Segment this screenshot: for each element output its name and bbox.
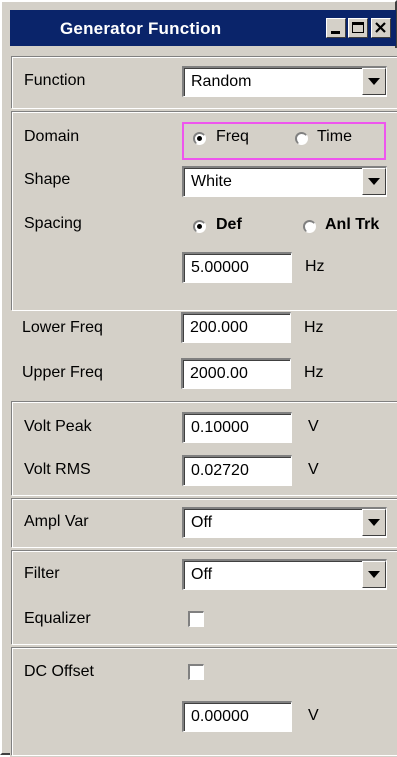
function-value: Random xyxy=(191,73,252,90)
spacing-label: Spacing xyxy=(24,215,82,232)
dc-offset-checkbox[interactable] xyxy=(188,664,204,680)
close-icon xyxy=(375,22,386,33)
spacing-anltrk-label: Anl Trk xyxy=(325,216,380,233)
domain-label: Domain xyxy=(24,128,80,145)
function-dropdown[interactable]: Random xyxy=(182,66,387,97)
spacing-anltrk-radio[interactable] xyxy=(303,220,316,233)
chevron-down-icon xyxy=(368,571,380,578)
domain-freq-label: Freq xyxy=(216,128,249,145)
lower-freq-unit: Hz xyxy=(304,319,324,336)
domain-group: Domain Freq Time Shape White Spacing Def… xyxy=(11,111,397,310)
upper-freq-input[interactable]: 2000.00 xyxy=(181,358,291,389)
upper-freq-unit: Hz xyxy=(304,364,324,381)
dc-offset-value: 0.00000 xyxy=(191,708,249,725)
dc-offset-input[interactable]: 0.00000 xyxy=(182,701,292,732)
volt-peak-value: 0.10000 xyxy=(191,419,249,436)
domain-time-label: Time xyxy=(317,128,352,145)
maximize-button[interactable] xyxy=(348,18,368,38)
equalizer-checkbox[interactable] xyxy=(188,611,204,627)
filter-dropdown[interactable]: Off xyxy=(182,559,387,590)
minimize-icon xyxy=(331,31,340,34)
filter-dropdown-button[interactable] xyxy=(362,561,386,588)
close-button[interactable] xyxy=(371,18,391,38)
ampl-var-group: Ampl Var Off xyxy=(11,498,397,547)
function-dropdown-button[interactable] xyxy=(362,68,386,95)
settings-panel: Function Random Domain Freq Time Shape W… xyxy=(10,48,397,757)
function-group: Function Random xyxy=(11,56,397,108)
equalizer-label: Equalizer xyxy=(24,610,91,627)
volt-peak-label: Volt Peak xyxy=(24,418,92,435)
filter-label: Filter xyxy=(24,565,60,582)
dc-offset-label: DC Offset xyxy=(24,663,94,680)
domain-freq-radio[interactable] xyxy=(193,132,206,145)
shape-label: Shape xyxy=(24,171,71,188)
volt-rms-value: 0.02720 xyxy=(191,462,249,479)
spacing-value: 5.00000 xyxy=(191,259,249,276)
volt-peak-input[interactable]: 0.10000 xyxy=(182,412,292,443)
shape-value: White xyxy=(191,173,232,190)
shape-dropdown[interactable]: White xyxy=(182,166,387,197)
ampl-var-label: Ampl Var xyxy=(24,513,89,530)
function-label: Function xyxy=(24,72,86,89)
chevron-down-icon xyxy=(368,178,380,185)
minimize-button[interactable] xyxy=(326,18,346,38)
chevron-down-icon xyxy=(368,78,380,85)
ampl-var-value: Off xyxy=(191,514,213,531)
volt-rms-input[interactable]: 0.02720 xyxy=(182,455,292,486)
generator-function-window: Generator Function Function Random Domai… xyxy=(0,0,397,757)
filter-value: Off xyxy=(191,566,213,583)
volt-group: Volt Peak 0.10000 V Volt RMS 0.02720 V xyxy=(11,401,397,495)
dc-offset-group: DC Offset 0.00000 V xyxy=(11,647,397,755)
volt-peak-unit: V xyxy=(308,418,319,435)
lower-freq-value: 200.000 xyxy=(190,319,248,336)
shape-dropdown-button[interactable] xyxy=(362,168,386,195)
filter-group: Filter Off Equalizer xyxy=(11,550,397,644)
upper-freq-label: Upper Freq xyxy=(22,364,103,381)
maximize-icon xyxy=(352,22,364,33)
ampl-var-dropdown[interactable]: Off xyxy=(182,507,387,538)
volt-rms-unit: V xyxy=(308,461,319,478)
window-title: Generator Function xyxy=(60,19,222,38)
dc-offset-unit: V xyxy=(308,707,319,724)
domain-highlight xyxy=(182,122,386,160)
spacing-unit: Hz xyxy=(305,258,325,275)
volt-rms-label: Volt RMS xyxy=(24,461,91,478)
spacing-def-label: Def xyxy=(216,216,242,233)
lower-freq-input[interactable]: 200.000 xyxy=(181,312,291,343)
upper-freq-value: 2000.00 xyxy=(190,365,248,382)
spacing-input[interactable]: 5.00000 xyxy=(182,252,292,283)
chevron-down-icon xyxy=(368,519,380,526)
spacing-def-radio[interactable] xyxy=(193,220,206,233)
ampl-var-dropdown-button[interactable] xyxy=(362,509,386,536)
domain-time-radio[interactable] xyxy=(295,132,308,145)
title-bar[interactable]: Generator Function xyxy=(10,10,396,46)
lower-freq-label: Lower Freq xyxy=(22,319,103,336)
